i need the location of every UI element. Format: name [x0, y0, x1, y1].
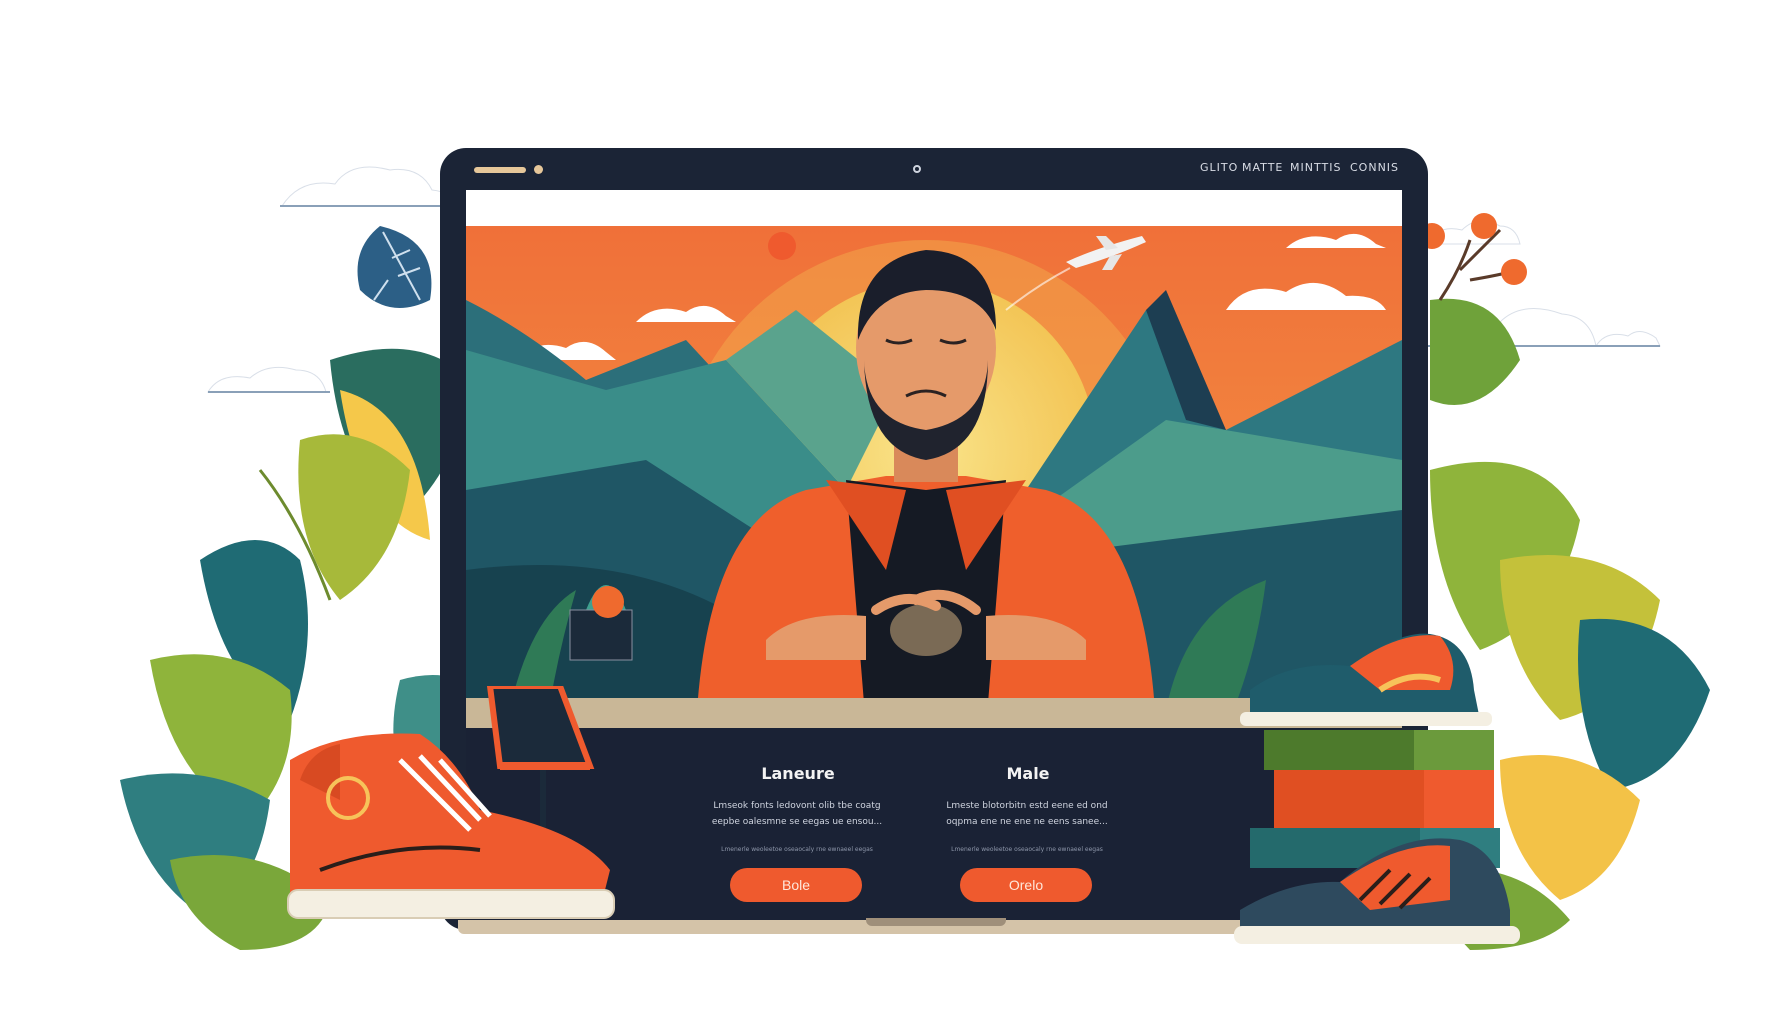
column-2-title: Male	[1006, 764, 1050, 783]
window-title-pill	[474, 167, 526, 173]
column-1-button[interactable]: Bole	[730, 868, 862, 902]
illustration-scene: GLITO MATTE MINTTIS CONNIS Laneure Lmseo…	[0, 0, 1792, 1024]
column-2-text-line-2: oqpma ene ne ene ne eens sanee...	[946, 817, 1108, 827]
sneaker-stack-right	[1234, 633, 1520, 944]
column-2-small-text: Lmenerle weoleetoe oseaocaly rne ewnaeel…	[951, 846, 1103, 853]
nav-link-2[interactable]: MATTE	[1242, 161, 1283, 174]
column-1-text-line-2: eepbe oalesmne se eegas ue ensou...	[711, 817, 883, 827]
camera-icon	[913, 165, 921, 173]
nav-link-3[interactable]: MINTTIS	[1290, 161, 1341, 174]
nav-link-4[interactable]: CONNIS	[1350, 161, 1399, 174]
column-1-title: Laneure	[761, 764, 835, 783]
column-1-text-line-1: Lmseok fonts ledovont olib tbe coatg	[713, 801, 881, 811]
laptop-notch	[866, 918, 1006, 926]
sneaker-left	[287, 733, 615, 919]
column-2-button[interactable]: Orelo	[960, 868, 1092, 902]
column-1-small-text: Lmenerle weoleetoe oseaocaly rne ewnaeel…	[721, 846, 873, 853]
nav-link-1[interactable]: GLITO	[1200, 161, 1238, 174]
window-dot-icon	[534, 165, 543, 174]
column-2-text-line-1: Lmeste blotorbitn estd eene ed ond	[946, 801, 1108, 811]
